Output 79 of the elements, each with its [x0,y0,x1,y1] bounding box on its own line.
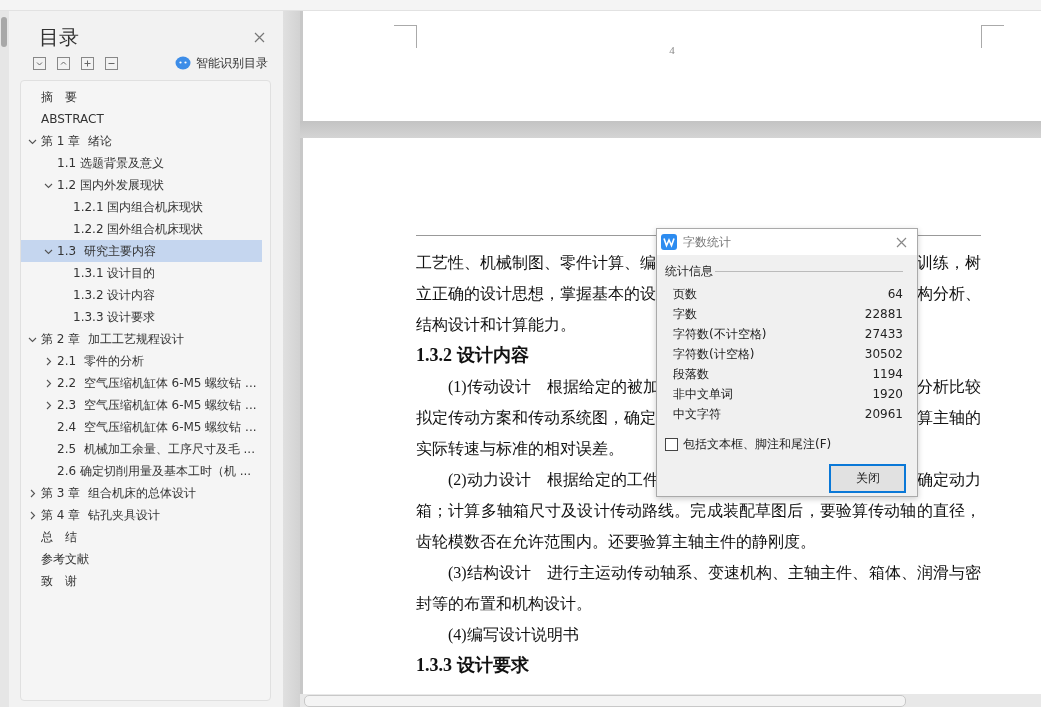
checkbox[interactable] [665,438,678,451]
section-heading: 1.3.3 设计要求 [416,654,529,677]
toc-item[interactable]: 1.2.1 国内组合机床现状 [21,196,262,218]
toc-item[interactable]: 2.2 空气压缩机缸体 6-M5 螺纹钻 ... [21,372,262,394]
body-text: (3)结构设计 进行主运动传动轴系、变速机构、主轴主件、箱体、润滑与密 [448,563,981,584]
dialog-title: 字数统计 [683,233,731,251]
body-text: (4)编写设计说明书 [448,625,579,646]
scrollbar-thumb[interactable] [304,695,906,707]
toc-item[interactable]: 2.6 确定切削用量及基本工时（机 ... [21,460,262,482]
body-text: 立正确的设计思想，掌握基本的设 [416,284,656,304]
stat-label: 中文字符 [673,406,721,423]
toc-item[interactable]: 2.4 空气压缩机缸体 6-M5 螺纹钻 ... [21,416,262,438]
margin-corner-mark [981,25,1004,48]
toc-item[interactable]: 第 1 章 绪论 [21,130,262,152]
body-text: 工艺性、机械制图、零件计算、编 [416,253,656,273]
stat-label: 字数 [673,306,697,323]
body-text: 确定动力 [917,470,981,490]
stat-value: 1920 [872,386,903,403]
chevron-right-icon[interactable] [44,400,53,410]
toc-item[interactable]: 第 4 章 钻孔夹具设计 [21,504,262,526]
body-text: 封等的布置和机构设计。 [416,594,592,614]
chevron-right-icon[interactable] [28,510,37,520]
stat-label: 字符数(计空格) [673,346,755,363]
body-text: 齿轮模数否在允许范围内。还要验算主轴主件的静刚度。 [416,532,816,552]
stat-label: 字符数(不计空格) [673,326,767,343]
body-text: 分析比较 [917,377,981,397]
toc-item[interactable]: 1.2 国内外发展现状 [21,174,262,196]
toc-item[interactable]: 2.1 零件的分析 [21,350,262,372]
margin-corner-mark [394,25,417,48]
stat-label: 页数 [673,286,697,303]
plus-icon[interactable] [81,56,94,70]
toc-item[interactable]: 摘 要 [21,86,262,108]
stat-value: 64 [887,286,903,303]
close-icon[interactable] [896,236,907,248]
chevron-right-icon[interactable] [44,356,53,366]
close-button[interactable]: 关闭 [829,464,906,493]
toc-item[interactable]: ABSTRACT [21,108,262,130]
panel-title: 目录 [39,23,80,51]
scrollbar-thumb[interactable] [1,17,7,47]
body-text: 结构设计和计算能力。 [416,315,576,335]
toc-item[interactable]: 1.3.1 设计目的 [21,262,262,284]
app-logo-icon [661,234,677,250]
body-text: 构分析、 [917,284,981,304]
body-text: 训练，树 [917,253,981,273]
stat-value: 1194 [872,366,903,383]
chevron-right-icon[interactable] [44,378,53,388]
toc-item[interactable]: 1.1 选题背景及意义 [21,152,262,174]
stat-value: 27433 [864,326,903,343]
section-heading: 1.3.2 设计内容 [416,344,529,367]
toc-item[interactable]: 1.3.2 设计内容 [21,284,262,306]
body-text: 实际转速与标准的相对误差。 [416,439,624,459]
stat-value: 30502 [864,346,903,363]
body-text: 箱；计算多轴箱尺寸及设计传动路线。完成装配草图后，要验算传动轴的直径， [416,501,981,521]
collapse-down-icon[interactable] [33,56,46,70]
toc-item[interactable]: 第 2 章 加工工艺规程设计 [21,328,262,350]
smart-toc-button[interactable]: 智能识别目录 [175,54,268,72]
chevron-right-icon[interactable] [28,488,37,498]
checkbox-label[interactable]: 包括文本框、脚注和尾注(F) [683,436,832,453]
page-number: 4 [669,43,675,56]
assistant-icon [175,56,191,70]
group-label: 统计信息 [665,263,713,280]
stat-value: 22881 [864,306,903,323]
toc-item[interactable]: 第 3 章 组合机床的总体设计 [21,482,262,504]
minus-icon[interactable] [105,56,118,70]
toc-item[interactable]: 1.3 研究主要内容 [21,240,262,262]
toc-item[interactable]: 2.5 机械加工余量、工序尺寸及毛 ... [21,438,262,460]
body-text: 算主轴的 [917,408,981,428]
stat-value: 20961 [864,406,903,423]
toc-item[interactable]: 致 谢 [21,570,262,592]
stat-label: 非中文单词 [673,386,733,403]
toc-item[interactable]: 总 结 [21,526,262,548]
close-icon[interactable] [254,31,265,43]
body-text: 拟定传动方案和传动系统图，确定 [416,408,656,428]
toc-item[interactable]: 1.2.2 国外组合机床现状 [21,218,262,240]
toc-item[interactable]: 1.3.3 设计要求 [21,306,262,328]
toc-item[interactable]: 参考文献 [21,548,262,570]
toc-item[interactable]: 2.3 空气压缩机缸体 6-M5 螺纹钻 ... [21,394,262,416]
collapse-up-icon[interactable] [57,56,70,70]
stat-label: 段落数 [673,366,709,383]
